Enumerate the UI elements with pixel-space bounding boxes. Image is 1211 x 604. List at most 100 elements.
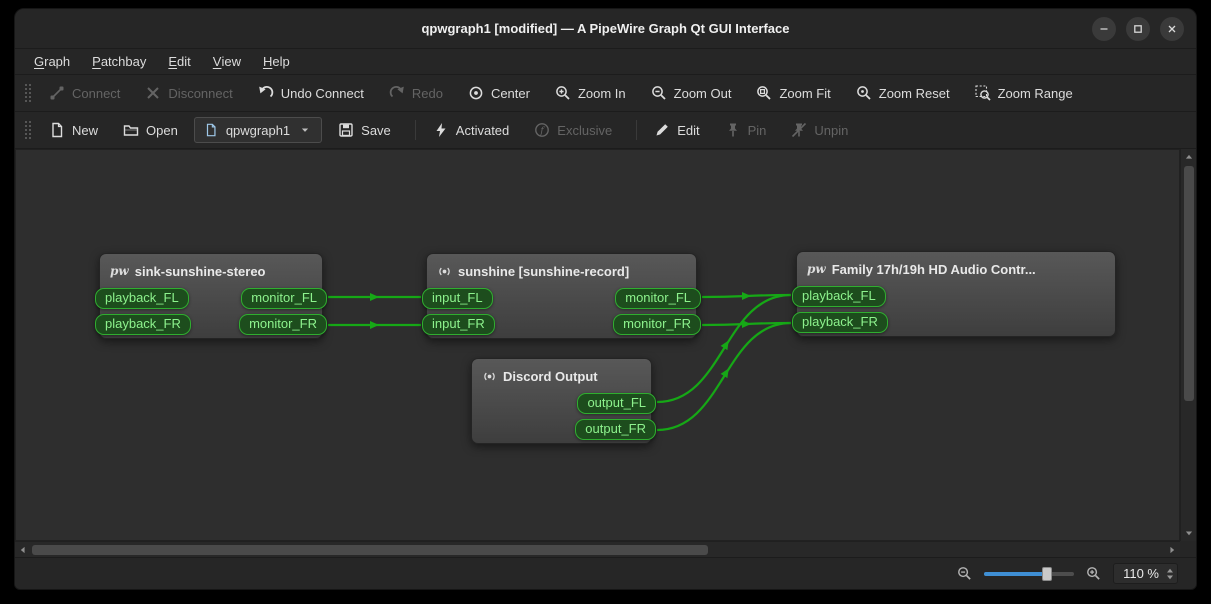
port-monitor_FL[interactable]: monitor_FL [241, 288, 327, 309]
node-header: Discord Output [472, 359, 651, 389]
scroll-down-icon[interactable] [1181, 525, 1197, 541]
new-button[interactable]: New [40, 117, 107, 143]
exclusive-button[interactable]: f Exclusive [525, 117, 621, 143]
edit-button[interactable]: Edit [645, 117, 708, 143]
graph-canvas[interactable]: pw sink-sunshine-stereo playback_FL moni… [15, 149, 1180, 541]
unpin-icon [791, 122, 807, 138]
svg-text:f: f [540, 125, 546, 136]
scroll-right-icon[interactable] [1164, 542, 1180, 558]
port-row: output_FL [467, 391, 656, 415]
activated-label: Activated [456, 123, 509, 138]
edit-pencil-icon [654, 122, 670, 138]
close-button[interactable] [1160, 17, 1184, 41]
redo-button[interactable]: Redo [380, 80, 452, 106]
port-monitor_FL[interactable]: monitor_FL [615, 288, 701, 309]
node-header: pw Family 17h/19h HD Audio Contr... [797, 252, 1115, 282]
zoom-value: 110 % [1123, 566, 1159, 581]
port-row: output_FR [467, 417, 656, 441]
menu-patchbay[interactable]: Patchbay [81, 49, 157, 74]
zoom-reset-icon [856, 85, 872, 101]
open-label: Open [146, 123, 178, 138]
unpin-button[interactable]: Unpin [782, 117, 857, 143]
connection-arrow-icon [721, 366, 733, 378]
stream-icon [437, 264, 452, 279]
port-monitor_FR[interactable]: monitor_FR [613, 314, 701, 335]
menu-edit[interactable]: Edit [157, 49, 201, 74]
disconnect-icon [145, 85, 161, 101]
pin-button[interactable]: Pin [716, 117, 776, 143]
patchbay-file-combo[interactable]: qpwgraph1 [194, 117, 322, 143]
toolbar-drag-handle[interactable] [23, 82, 32, 104]
toolbar-drag-handle[interactable] [23, 119, 32, 141]
menu-view[interactable]: View [202, 49, 252, 74]
zoom-fit-button[interactable]: Zoom Fit [747, 80, 839, 106]
zoom-range-button[interactable]: Zoom Range [966, 80, 1082, 106]
node-header: pw sink-sunshine-stereo [100, 254, 322, 284]
horizontal-scrollbar[interactable] [15, 541, 1180, 557]
disconnect-label: Disconnect [168, 86, 232, 101]
zoom-out-icon[interactable] [957, 566, 972, 581]
zoom-out-button[interactable]: Zoom Out [642, 80, 741, 106]
activated-button[interactable]: Activated [424, 117, 518, 143]
connect-button[interactable]: Connect [40, 80, 129, 106]
edit-label: Edit [677, 123, 699, 138]
port-playback_FR[interactable]: playback_FR [792, 312, 888, 333]
zoom-range-label: Zoom Range [998, 86, 1073, 101]
save-button[interactable]: Save [329, 117, 400, 143]
zoom-spin-up-button[interactable] [1166, 568, 1174, 573]
scroll-left-icon[interactable] [15, 542, 31, 558]
node-sunshine[interactable]: sunshine [sunshine-record] input_FL moni… [426, 253, 697, 339]
titlebar[interactable]: qpwgraph1 [modified] — A PipeWire Graph … [15, 9, 1196, 49]
zoom-reset-button[interactable]: Zoom Reset [847, 80, 959, 106]
menu-graph[interactable]: Graph [23, 49, 81, 74]
patchbay-file-icon [203, 122, 219, 138]
vertical-scrollbar-handle[interactable] [1184, 166, 1194, 401]
activated-bolt-icon [433, 122, 449, 138]
zoom-range-icon [975, 85, 991, 101]
zoom-slider-handle[interactable] [1042, 567, 1052, 581]
node-sink-sunshine-stereo[interactable]: pw sink-sunshine-stereo playback_FL moni… [99, 253, 323, 339]
undo-connect-button[interactable]: Undo Connect [249, 80, 373, 106]
maximize-icon [1131, 22, 1145, 36]
maximize-button[interactable] [1126, 17, 1150, 41]
node-family-audio-controller[interactable]: pw Family 17h/19h HD Audio Contr... play… [796, 251, 1116, 337]
unpin-label: Unpin [814, 123, 848, 138]
zoom-slider[interactable] [984, 565, 1074, 583]
scrollbar-corner [1180, 541, 1196, 557]
port-monitor_FR[interactable]: monitor_FR [239, 314, 327, 335]
zoom-in-icon[interactable] [1086, 566, 1101, 581]
vertical-scrollbar[interactable] [1180, 149, 1196, 541]
center-icon [468, 85, 484, 101]
port-input_FR[interactable]: input_FR [422, 314, 495, 335]
port-row: playback_FL monitor_FL [95, 286, 327, 310]
open-button[interactable]: Open [114, 117, 187, 143]
node-header: sunshine [sunshine-record] [427, 254, 696, 284]
center-button[interactable]: Center [459, 80, 539, 106]
scroll-up-icon[interactable] [1181, 149, 1197, 165]
zoom-spinbox[interactable]: 110 % [1113, 563, 1178, 584]
zoom-in-button[interactable]: Zoom In [546, 80, 635, 106]
exclusive-label: Exclusive [557, 123, 612, 138]
disconnect-button[interactable]: Disconnect [136, 80, 241, 106]
port-playback_FR[interactable]: playback_FR [95, 314, 191, 335]
connections-layer [15, 149, 1180, 541]
connect-label: Connect [72, 86, 120, 101]
zoom-spin-down-button[interactable] [1166, 575, 1174, 580]
port-row: input_FL monitor_FL [422, 286, 701, 310]
menu-help[interactable]: Help [252, 49, 301, 74]
horizontal-scrollbar-handle[interactable] [32, 545, 708, 555]
stream-icon [482, 369, 497, 384]
minimize-button[interactable] [1092, 17, 1116, 41]
connection-arrow-icon [721, 338, 733, 350]
node-title: sink-sunshine-stereo [135, 264, 266, 279]
port-playback_FL[interactable]: playback_FL [95, 288, 189, 309]
port-output_FL[interactable]: output_FL [577, 393, 656, 414]
statusbar: 110 % [15, 557, 1196, 589]
connection-line [657, 323, 791, 430]
node-discord-output[interactable]: Discord Output output_FL output_FR [471, 358, 652, 444]
undo-label: Undo Connect [281, 86, 364, 101]
port-input_FL[interactable]: input_FL [422, 288, 493, 309]
port-playback_FL[interactable]: playback_FL [792, 286, 886, 307]
port-output_FR[interactable]: output_FR [575, 419, 656, 440]
connection-line [702, 323, 791, 325]
